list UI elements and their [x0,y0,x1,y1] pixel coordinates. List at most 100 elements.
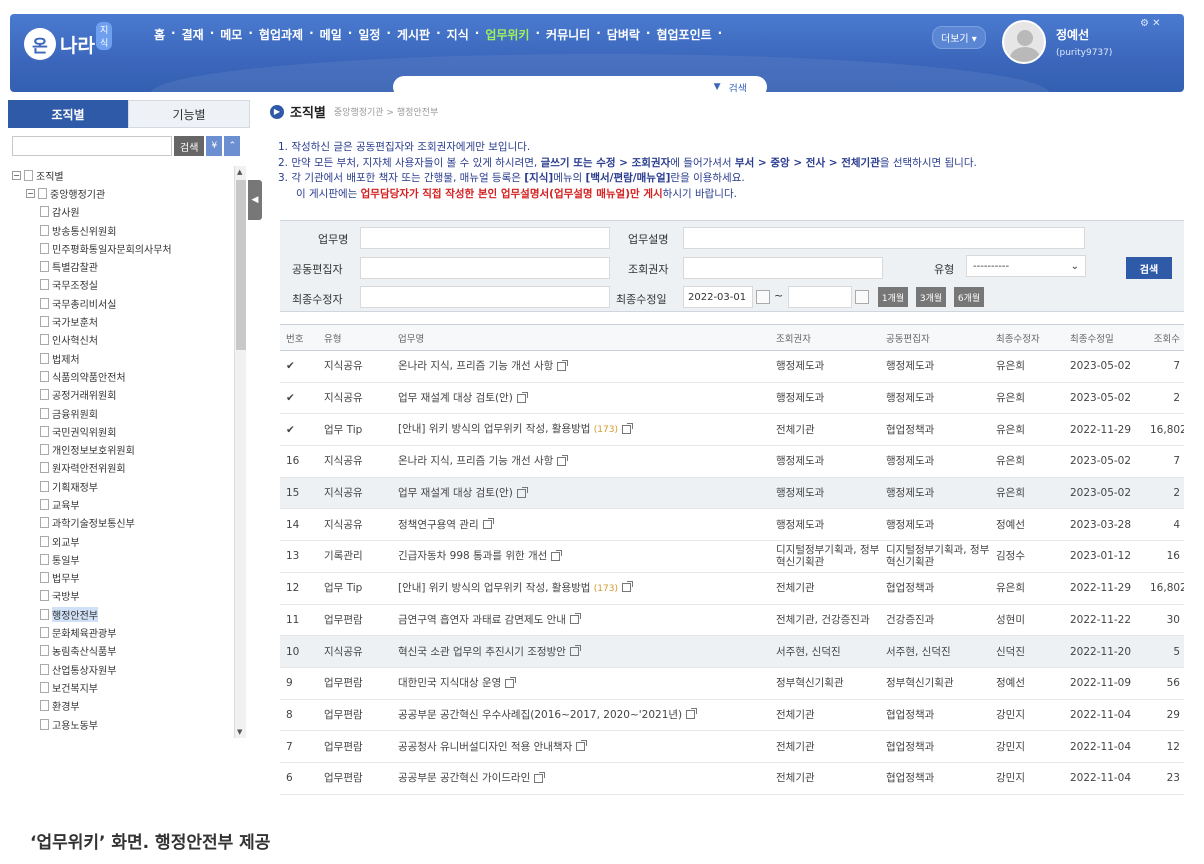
row-title-cell[interactable]: 업무 재설계 대상 검토(안) [392,477,770,510]
header-settings-icon[interactable]: ⚙ ✕ [1140,18,1161,29]
date-to-input[interactable] [788,286,852,308]
nav-item-7[interactable]: 지식 [447,26,469,43]
scroll-up-icon[interactable]: ▲ [237,168,242,176]
open-new-window-icon[interactable] [576,740,588,752]
period-6month-button[interactable]: 6개월 [954,287,984,307]
type-select[interactable]: ---------- ⌄ [966,255,1086,277]
table-row[interactable]: ✔ 업무 Tip [안내] 위키 방식의 업무위키 작성, 활용방법 (173) 전체… [280,413,1184,447]
nav-item-9[interactable]: 커뮤니티 [546,26,590,43]
open-new-window-icon[interactable] [482,518,494,530]
tree-item[interactable]: 농림축산식품부 [12,642,234,660]
row-title-link[interactable]: 혁신국 소관 업무의 추진시기 조정방안 [398,646,566,658]
tree-item[interactable]: 특별감찰관 [12,257,234,275]
row-title-link[interactable]: 공공청사 유니버설디자인 적용 안내책자 [398,741,572,753]
table-row[interactable]: 13 기록관리 긴급자동차 998 통과를 위한 개선 디지털정부기획과, 정부혁신기… [280,540,1184,573]
user-avatar[interactable] [1002,20,1046,64]
tree-toggle-icon[interactable]: − [12,170,21,180]
calendar-from-icon[interactable] [756,290,770,304]
row-title-cell[interactable]: 온나라 지식, 프리즘 기능 개선 사항 [392,445,770,478]
row-title-cell[interactable]: [안내] 위키 방식의 업무위키 작성, 활용방법 (173) [392,413,770,447]
task-name-input[interactable] [360,227,610,249]
tree-item[interactable]: 통일부 [12,550,234,568]
calendar-to-icon[interactable] [855,290,869,304]
row-title-link[interactable]: 온나라 지식, 프리즘 기능 개선 사항 [398,360,553,372]
nav-item-10[interactable]: 담벼락 [607,26,640,43]
row-title-cell[interactable]: 온나라 지식, 프리즘 기능 개선 사항 [392,350,770,383]
period-3month-button[interactable]: 3개월 [916,287,946,307]
nav-item-4[interactable]: 메일 [320,26,342,43]
scrollbar-thumb[interactable] [236,180,246,350]
tab-by-organization[interactable]: 조직별 [8,100,128,128]
nav-item-1[interactable]: 결재 [182,26,204,43]
row-title-link[interactable]: [안내] 위키 방식의 업무위키 작성, 활용방법 [398,423,590,435]
tree-item[interactable]: 법제처 [12,349,234,367]
tree-item[interactable]: 식품의약품안전처 [12,367,234,385]
tree-item[interactable]: 원자력안전위원회 [12,459,234,477]
sidebar-collapse-button[interactable]: ◀ [248,180,262,220]
row-title-cell[interactable]: 업무 재설계 대상 검토(안) [392,382,770,415]
tree-item[interactable]: 외교부 [12,532,234,550]
onnara-logo[interactable]: 온 나라 지식 [24,22,113,60]
open-new-window-icon[interactable] [551,549,563,561]
row-title-link[interactable]: 정책연구용역 관리 [398,519,479,531]
tree-item[interactable]: 개인정보보호위원회 [12,440,234,458]
tree-item[interactable]: 공정거래위원회 [12,386,234,404]
nav-item-0[interactable]: 홈 [154,26,165,43]
global-search-button[interactable]: 검색 [729,80,747,93]
table-row[interactable]: 7 업무편람 공공청사 유니버설디자인 적용 안내책자 전체기관 협업정책과 강민지 202… [280,730,1184,763]
nav-item-6[interactable]: 게시판 [397,26,430,43]
open-new-window-icon[interactable] [557,454,569,466]
task-desc-input[interactable] [683,227,1085,249]
nav-item-2[interactable]: 메모 [220,26,242,43]
tree-item[interactable]: − 중앙행정기관 [12,184,234,202]
open-new-window-icon[interactable] [557,359,569,371]
period-1month-button[interactable]: 1개월 [878,287,908,307]
row-title-link[interactable]: 업무 재설계 대상 검토(안) [398,487,513,499]
tab-by-function[interactable]: 기능별 [128,100,250,128]
tree-item[interactable]: 과학기술정보통신부 [12,514,234,532]
row-title-link[interactable]: 공공부문 공간혁신 우수사례집(2016~2017, 2020~'2021년) [398,709,682,721]
row-title-link[interactable]: 온나라 지식, 프리즘 기능 개선 사항 [398,455,553,467]
nav-item-3[interactable]: 협업과제 [259,26,303,43]
open-new-window-icon[interactable] [622,581,633,593]
tree-item[interactable]: − 조직별 [12,166,234,184]
tree-item[interactable]: 교육부 [12,495,234,513]
row-title-cell[interactable]: [안내] 위키 방식의 업무위키 작성, 활용방법 (173) [392,572,770,605]
row-title-cell[interactable]: 공공청사 유니버설디자인 적용 안내책자 [392,730,770,763]
table-row[interactable]: ✔ 지식공유 온나라 지식, 프리즘 기능 개선 사항 행정제도과 행정제도과 유은희 20… [280,350,1184,383]
tree-item[interactable]: 기획재정부 [12,477,234,495]
row-title-link[interactable]: [안내] 위키 방식의 업무위키 작성, 활용방법 [398,582,590,594]
tree-item[interactable]: 국무조정실 [12,276,234,294]
open-new-window-icon[interactable] [569,613,581,625]
tree-item[interactable]: 행정안전부 [12,605,234,623]
table-row[interactable]: 15 지식공유 업무 재설계 대상 검토(안) 행정제도과 행정제도과 유은희 2023-0… [280,477,1184,510]
nav-item-11[interactable]: 협업포인트 [656,26,711,43]
open-new-window-icon[interactable] [534,771,546,783]
tree-item[interactable]: 금융위원회 [12,404,234,422]
row-title-link[interactable]: 대한민국 지식대상 운영 [398,677,501,689]
nav-item-8[interactable]: 업무위키 [485,26,529,43]
tree-item[interactable]: 산업통상자원부 [12,660,234,678]
table-row[interactable]: 10 지식공유 혁신국 소관 업무의 추진시기 조정방안 서주현, 신덕진 서주현, 신… [280,635,1184,668]
tree-toggle-icon[interactable]: − [26,188,35,198]
open-new-window-icon[interactable] [686,708,698,720]
collapse-all-icon[interactable]: ⌃ [224,136,241,156]
open-new-window-icon[interactable] [516,486,528,498]
more-button[interactable]: 더보기 ▾ [932,26,986,49]
expand-all-icon[interactable]: ¥ [206,136,223,156]
sidebar-search-input[interactable] [12,136,172,156]
tree-item[interactable]: 보건복지부 [12,678,234,696]
row-title-cell[interactable]: 긴급자동차 998 통과를 위한 개선 [392,540,770,573]
tree-item[interactable]: 감사원 [12,203,234,221]
sidebar-search-button[interactable]: 검색 [174,136,205,156]
row-title-cell[interactable]: 혁신국 소관 업무의 추진시기 조정방안 [392,635,770,668]
tree-item[interactable]: 민주평화통일자문회의사무처 [12,239,234,257]
date-from-input[interactable]: 2022-03-01 [683,286,753,308]
table-row[interactable]: 6 업무편람 공공부문 공간혁신 가이드라인 전체기관 협업정책과 강민지 2022-11-… [280,762,1184,795]
row-title-link[interactable]: 금연구역 흡연자 과태료 감면제도 안내 [398,614,566,626]
viewer-input[interactable] [683,257,883,279]
tree-item[interactable]: 인사혁신처 [12,331,234,349]
tree-item[interactable]: 국가보훈처 [12,312,234,330]
row-title-cell[interactable]: 정책연구용역 관리 [392,508,770,542]
tree-scrollbar[interactable]: ▲ ▼ [234,166,246,738]
